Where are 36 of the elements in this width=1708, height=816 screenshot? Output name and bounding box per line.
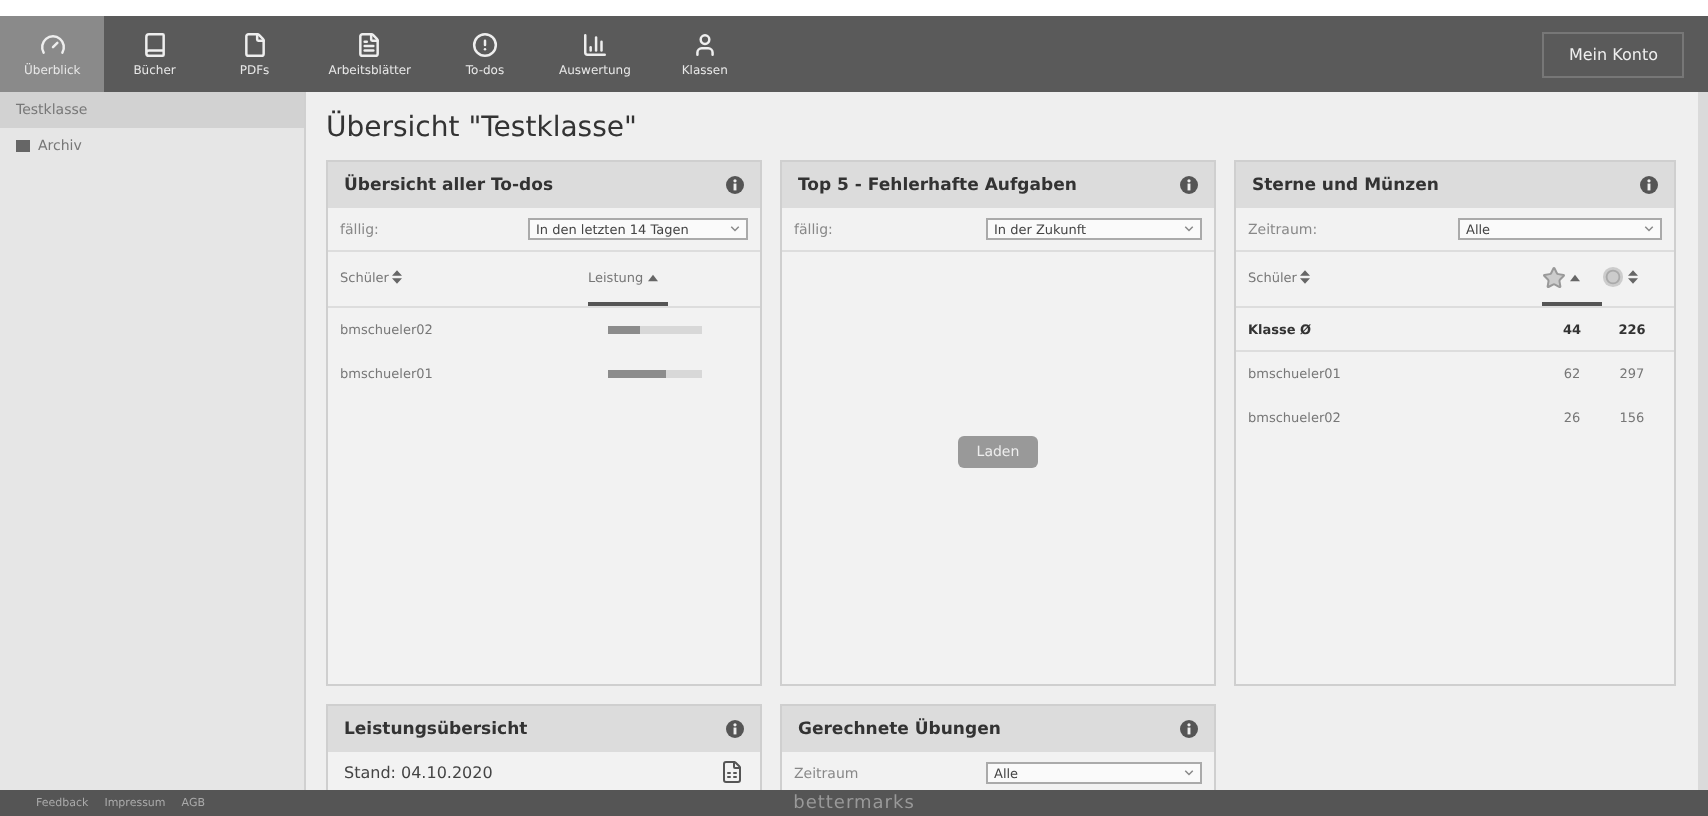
sort-icon[interactable] <box>392 270 403 284</box>
panel-title: Übersicht aller To-dos <box>344 175 554 195</box>
sort-arrow-icon[interactable] <box>647 273 658 281</box>
panel-title: Gerechnete Übungen <box>798 719 1001 739</box>
sort-icon[interactable] <box>1300 270 1311 284</box>
scrollbar[interactable] <box>1698 92 1708 790</box>
performance-bar <box>608 370 702 378</box>
exclamation-icon <box>472 31 499 57</box>
logo: bettermarks <box>793 793 915 813</box>
document-icon <box>356 31 383 57</box>
bar-chart-icon <box>581 31 608 57</box>
performance-bar <box>608 326 702 334</box>
panel-title: Sterne und Münzen <box>1252 175 1439 195</box>
spreadsheet-icon[interactable] <box>720 760 744 784</box>
chevron-icon <box>730 226 740 232</box>
info-icon[interactable] <box>726 720 744 738</box>
info-icon[interactable] <box>1180 720 1198 738</box>
folder-icon <box>16 140 30 152</box>
user-icon <box>691 31 718 57</box>
report-date: Stand: 04.10.2020 <box>344 763 493 781</box>
star-icon[interactable] <box>1542 265 1566 289</box>
chevron-icon <box>1184 770 1194 776</box>
page-title: Übersicht "Testklasse" <box>326 112 639 144</box>
info-icon[interactable] <box>726 176 744 194</box>
chevron-icon <box>1184 226 1194 232</box>
gauge-icon <box>39 31 66 57</box>
panel-title: Top 5 - Fehlerhafte Aufgaben <box>798 175 1077 195</box>
account-button[interactable]: Mein Konto <box>1542 31 1684 77</box>
book-icon <box>141 31 168 57</box>
info-icon[interactable] <box>1640 176 1658 194</box>
info-icon[interactable] <box>1180 176 1198 194</box>
panel-title: Leistungsübersicht <box>344 719 528 739</box>
sort-arrow-icon[interactable] <box>1570 273 1580 281</box>
document-icon <box>241 31 268 57</box>
chevron-icon <box>1644 226 1654 232</box>
sort-icon[interactable] <box>1628 270 1638 284</box>
